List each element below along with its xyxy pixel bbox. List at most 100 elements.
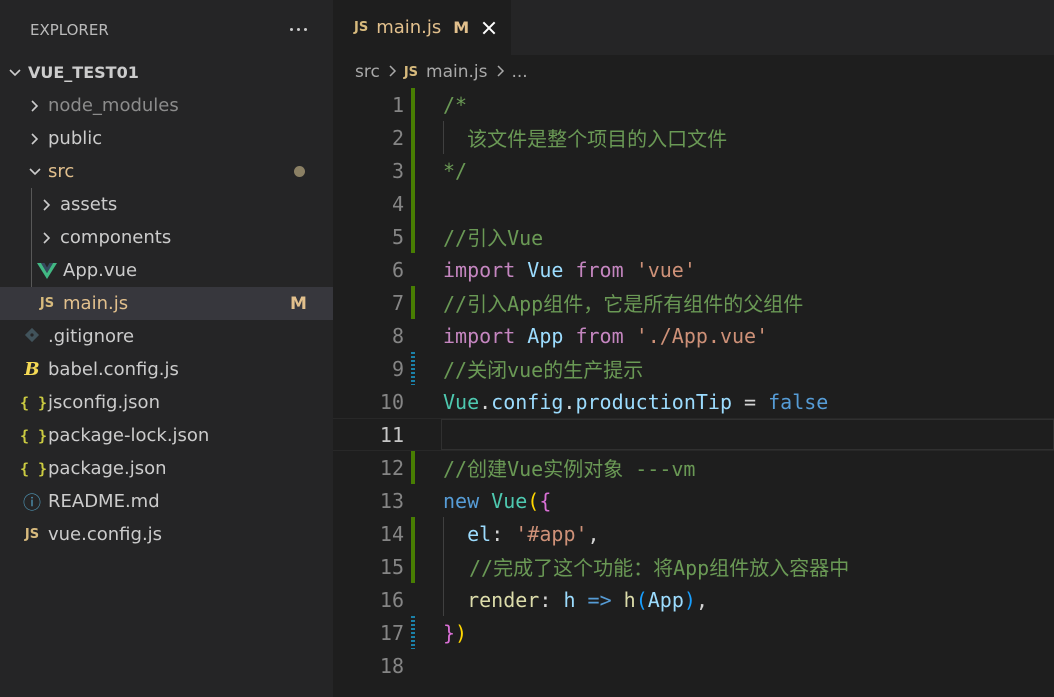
code-line: 10 Vue.config.productionTip = false: [333, 385, 1054, 418]
tree-item-package-json[interactable]: { } package.json: [0, 452, 333, 485]
line-number: 1: [391, 92, 404, 117]
git-added-marker: [411, 88, 415, 121]
tree-item-src[interactable]: src: [0, 155, 333, 188]
breadcrumb-trail[interactable]: ...: [512, 62, 528, 82]
breadcrumb-file[interactable]: main.js: [426, 62, 487, 82]
code-text: //引入App组件，它是所有组件的父组件: [443, 292, 804, 316]
line-number: 18: [379, 653, 404, 678]
tree-item-babel-config[interactable]: B babel.config.js: [0, 353, 333, 386]
tree-item-label: package.json: [48, 458, 167, 479]
code-text: //创建Vue实例对象 ---vm: [443, 457, 696, 481]
chevron-right-icon: [28, 132, 42, 146]
tree-item-main-js[interactable]: JS main.js M: [0, 287, 333, 320]
tree-item-components[interactable]: components: [0, 221, 333, 254]
code-line: 6 import Vue from 'vue': [333, 253, 1054, 286]
js-file-icon: JS: [39, 296, 55, 311]
project-root[interactable]: VUE_TEST01: [0, 56, 333, 89]
tree-item-public[interactable]: public: [0, 122, 333, 155]
tree-item-label: src: [48, 161, 75, 182]
more-actions-icon[interactable]: [286, 17, 310, 41]
tree-item-label: main.js: [63, 293, 129, 314]
close-icon[interactable]: [481, 20, 497, 36]
code-line: 4: [333, 187, 1054, 220]
code-text: render: h => h(App),: [467, 587, 708, 612]
chevron-down-icon: [28, 165, 42, 179]
line-number: 11: [379, 422, 404, 447]
git-added-marker: [411, 517, 415, 550]
line-number: 9: [391, 356, 404, 381]
git-file-icon: [20, 327, 44, 347]
explorer-sidebar: EXPLORER VUE_TEST01 node_modules public …: [0, 0, 333, 697]
tree-item-gitignore[interactable]: .gitignore: [0, 320, 333, 353]
tree-item-label: App.vue: [63, 260, 138, 281]
tab-bar: JS main.js M: [333, 0, 1054, 55]
code-line: 7 //引入App组件，它是所有组件的父组件: [333, 286, 1054, 319]
code-line: 17 }): [333, 616, 1054, 649]
line-number: 2: [391, 125, 404, 150]
modified-dot-icon: [294, 166, 305, 177]
code-text: el: '#app',: [467, 521, 600, 546]
editor-area: JS main.js M src JS main.js ... 1 /* 2 该…: [333, 0, 1054, 697]
babel-file-icon: B: [24, 359, 40, 380]
json-file-icon: { }: [20, 459, 48, 478]
git-modified-marker: [411, 616, 415, 649]
line-number: 5: [391, 224, 404, 249]
git-modified-marker: [411, 352, 415, 385]
chevron-right-icon: [40, 198, 54, 212]
code-text: new Vue({: [443, 488, 552, 513]
js-file-icon: JS: [403, 64, 419, 80]
tree-item-jsconfig[interactable]: { } jsconfig.json: [0, 386, 333, 419]
code-text: /*: [443, 92, 468, 117]
tab-main-js[interactable]: JS main.js M: [333, 0, 511, 55]
chevron-right-icon: [28, 99, 42, 113]
code-line: 13 new Vue({: [333, 484, 1054, 517]
tree-item-node-modules[interactable]: node_modules: [0, 89, 333, 122]
explorer-header: EXPLORER: [0, 0, 333, 60]
tree-item-app-vue[interactable]: App.vue: [0, 254, 333, 287]
code-line: 18: [333, 649, 1054, 682]
code-line: 5 //引入Vue: [333, 220, 1054, 253]
git-added-marker: [411, 187, 415, 220]
line-number: 6: [391, 257, 404, 282]
code-editor[interactable]: 1 /* 2 该文件是整个项目的入口文件 3 */ 4 5 //引入Vue 6 …: [333, 88, 1054, 697]
tree-item-label: assets: [60, 194, 118, 215]
info-icon: ⓘ: [23, 492, 41, 514]
json-file-icon: { }: [20, 426, 48, 445]
code-text: 该文件是整个项目的入口文件: [443, 127, 728, 151]
code-text: */: [443, 158, 468, 183]
line-number: 3: [391, 158, 404, 183]
tree-item-label: jsconfig.json: [48, 392, 160, 413]
line-number: 12: [379, 455, 404, 480]
line-number: 8: [391, 323, 404, 348]
code-text: import App from './App.vue': [443, 323, 769, 348]
code-line: 3 */: [333, 154, 1054, 187]
breadcrumb-folder[interactable]: src: [355, 62, 380, 82]
chevron-right-icon: [495, 62, 505, 82]
tree-item-label: package-lock.json: [48, 425, 210, 446]
code-line: 12 //创建Vue实例对象 ---vm: [333, 451, 1054, 484]
git-added-marker: [411, 220, 415, 253]
line-number: 13: [379, 488, 404, 513]
tree-item-label: vue.config.js: [48, 524, 163, 545]
code-line: 9 //关闭vue的生产提示: [333, 352, 1054, 385]
tree-item-vue-config[interactable]: JS vue.config.js: [0, 518, 333, 551]
line-number: 15: [379, 554, 404, 579]
code-line: 2 该文件是整个项目的入口文件: [333, 121, 1054, 154]
code-text: Vue.config.productionTip = false: [443, 389, 829, 414]
tree-item-label: babel.config.js: [48, 359, 179, 380]
tree-item-package-lock[interactable]: { } package-lock.json: [0, 419, 333, 452]
modified-badge: M: [290, 293, 307, 314]
current-line-highlight: [441, 419, 1054, 450]
line-number: 16: [379, 587, 404, 612]
tree-item-readme[interactable]: ⓘ README.md: [0, 485, 333, 518]
code-text: //引入Vue: [443, 226, 544, 250]
git-added-marker: [411, 451, 415, 484]
js-file-icon: JS: [354, 20, 369, 35]
code-line: 15 //完成了这个功能：将App组件放入容器中: [333, 550, 1054, 583]
chevron-right-icon: [387, 62, 397, 82]
tree-item-label: public: [48, 128, 103, 149]
code-line: 8 import App from './App.vue': [333, 319, 1054, 352]
tree-item-assets[interactable]: assets: [0, 188, 333, 221]
code-line: 1 /*: [333, 88, 1054, 121]
chevron-right-icon: [40, 231, 54, 245]
